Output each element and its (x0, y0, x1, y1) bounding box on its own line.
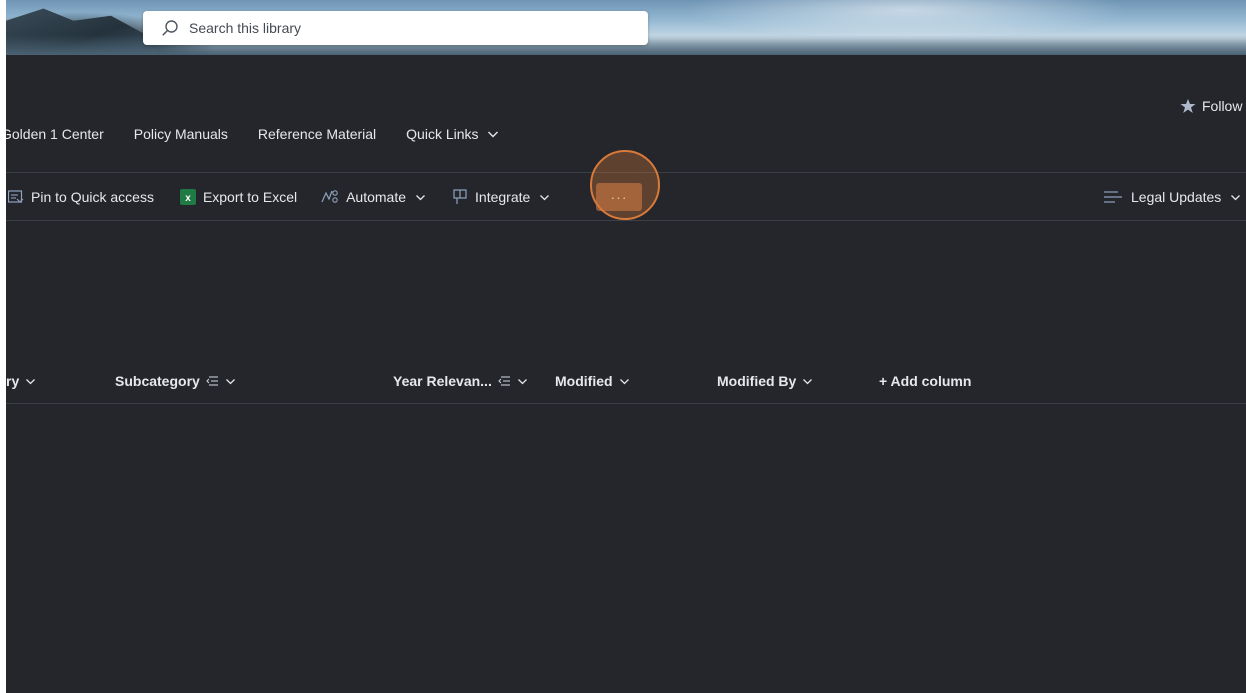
view-lines-icon (1104, 191, 1122, 203)
add-column-button[interactable]: + Add column (879, 370, 971, 392)
nav-item-reference-material[interactable]: Reference Material (258, 126, 376, 142)
pin-icon (8, 190, 24, 203)
automate-label: Automate (346, 189, 407, 205)
add-column-label: + Add column (879, 373, 972, 389)
site-navigation: Golden 1 Center Policy Manuals Reference… (6, 124, 529, 144)
automate-button[interactable]: Automate (321, 189, 433, 205)
chevron-down-icon (619, 378, 629, 384)
follow-label: Follow (1202, 98, 1243, 114)
chevron-down-icon (26, 378, 36, 384)
column-header-category[interactable]: ry (6, 370, 36, 392)
chevron-down-icon (540, 194, 550, 200)
nav-item-quick-links[interactable]: Quick Links (406, 126, 498, 142)
modified-by-header-label: Modified By (717, 373, 797, 389)
site-banner: Search this library (6, 0, 1246, 55)
year-relevant-header-label: Year Relevan... (393, 373, 492, 389)
integrate-button[interactable]: Integrate (453, 189, 557, 205)
chevron-down-icon (517, 378, 527, 384)
filter-icon (206, 376, 218, 386)
nav-item-policy-manuals[interactable]: Policy Manuals (134, 126, 228, 142)
search-box[interactable]: Search this library (143, 11, 648, 45)
nav-item-golden-1-center[interactable]: Golden 1 Center (6, 126, 104, 142)
integrate-label: Integrate (475, 189, 531, 205)
command-bar: Pin to Quick access x Export to Excel Au… (6, 184, 573, 210)
modified-header-label: Modified (555, 373, 613, 389)
export-to-excel-button[interactable]: x Export to Excel (179, 189, 298, 205)
column-header-year-relevant[interactable]: Year Relevan... (393, 370, 528, 392)
document-list-area (6, 404, 1246, 693)
column-header-modified-by[interactable]: Modified By (717, 370, 813, 392)
chevron-down-icon (416, 194, 425, 200)
chevron-down-icon (1231, 194, 1241, 200)
app-frame: Search this library Follow Golden 1 Cent… (6, 0, 1246, 693)
chevron-down-icon (487, 131, 498, 138)
more-options-button[interactable]: ··· (596, 183, 642, 211)
excel-icon: x (179, 189, 196, 205)
chevron-down-icon (803, 378, 813, 384)
category-header-label: ry (6, 373, 20, 389)
pin-to-quick-access-button[interactable]: Pin to Quick access (6, 189, 154, 205)
nav-divider (6, 172, 1246, 173)
filter-icon (498, 376, 510, 386)
automate-icon (321, 190, 338, 203)
command-bar-divider (6, 220, 1246, 221)
chevron-down-icon (225, 378, 235, 384)
follow-button[interactable]: Follow (1180, 98, 1242, 114)
pin-label: Pin to Quick access (31, 189, 154, 205)
view-label: Legal Updates (1131, 189, 1222, 205)
integrate-icon (453, 189, 467, 204)
search-input[interactable]: Search this library (189, 20, 301, 36)
search-icon (162, 20, 178, 36)
column-header-subcategory[interactable]: Subcategory (115, 370, 236, 392)
subcategory-header-label: Subcategory (115, 373, 200, 389)
export-label: Export to Excel (202, 189, 298, 205)
star-icon (1180, 99, 1196, 113)
svg-text:x: x (185, 193, 191, 204)
view-selector[interactable]: Legal Updates (1104, 184, 1241, 210)
column-header-modified[interactable]: Modified (555, 370, 630, 392)
quick-links-label: Quick Links (406, 126, 479, 142)
